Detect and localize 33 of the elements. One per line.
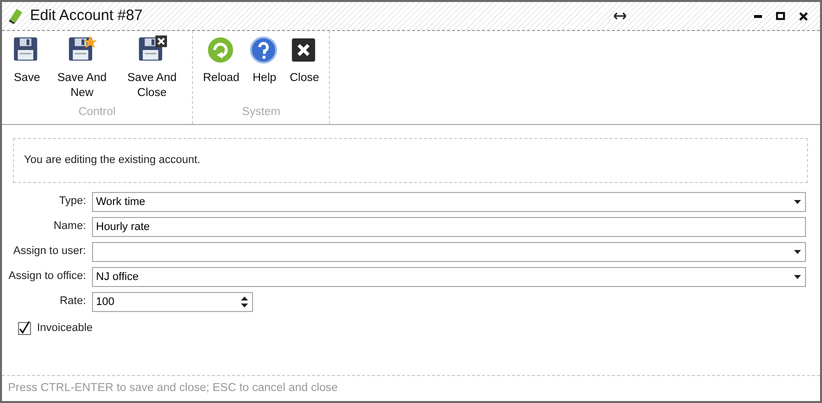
help-icon [249,35,280,65]
close-button[interactable]: Close [285,35,324,86]
help-button[interactable]: Help [245,35,284,86]
group-label: System [241,104,282,120]
spinner-icon [241,296,248,307]
group-label: Control [77,104,117,120]
reload-button[interactable]: Reload [199,35,244,86]
dropdown-field[interactable]: Work time [92,192,806,212]
field-label: Rate: [58,294,87,310]
window-title: Edit Account #87 [30,6,143,26]
checkbox-label: Invoiceable [37,321,93,336]
field-label: Name: [52,219,87,234]
input-field[interactable]: Hourly rate [92,216,806,236]
minimize-icon [754,14,762,18]
field-label: Assign to office: [8,269,87,284]
caret-icon [794,274,801,278]
maximize-icon [776,12,785,20]
field-label: Type: [58,194,87,210]
save-button[interactable]: Save [8,35,46,101]
save-and-close-button[interactable]: Save And Close [118,35,186,101]
number-field[interactable]: 100 [92,292,253,312]
dropdown-field[interactable]: NJ office [92,266,806,286]
caret-icon [794,200,801,204]
field-label: Assign to user: [12,244,87,260]
resize-icon [614,12,626,20]
save-and-new-button[interactable]: Save And New [48,35,116,101]
info-text: You are editing the existing account. [13,138,808,183]
caret-icon [794,250,801,254]
dropdown-field[interactable] [92,242,806,262]
checkbox[interactable] [18,322,31,335]
app-icon [8,6,24,26]
status-text: Press CTRL-ENTER to save and close; ESC to cancel and close [2,375,820,401]
close-icon [799,12,808,20]
